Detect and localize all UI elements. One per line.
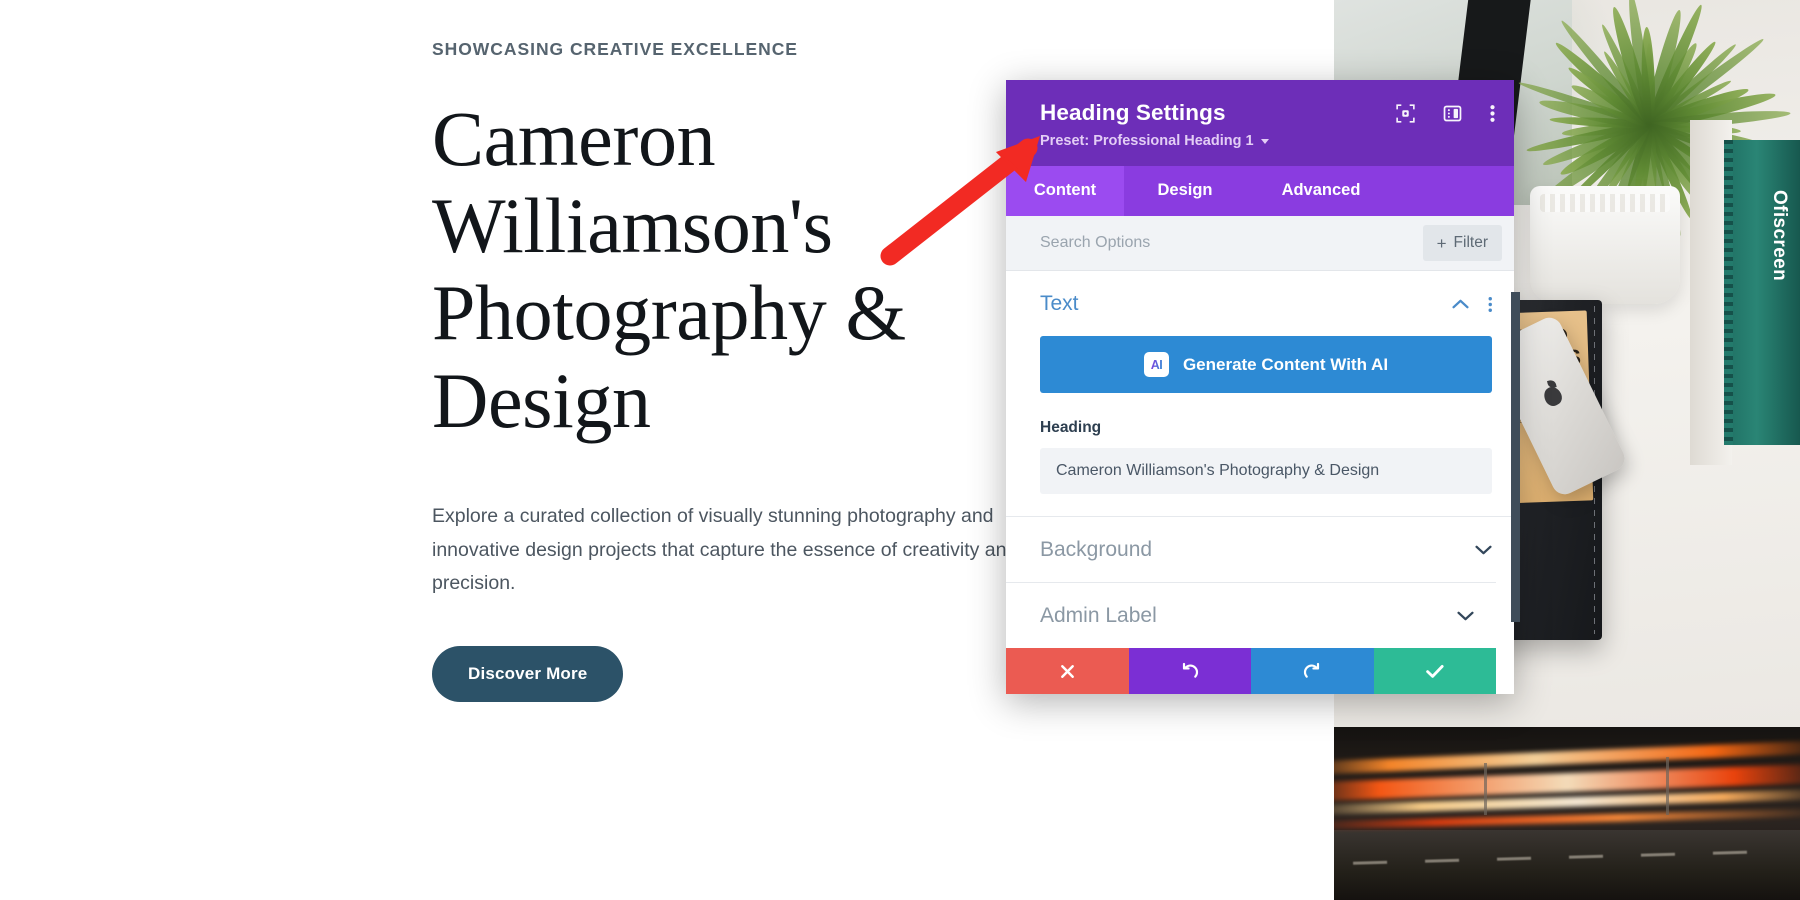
section-background-title: Background <box>1040 538 1153 561</box>
modal-tabs: Content Design Advanced <box>1006 166 1514 216</box>
focus-icon[interactable] <box>1396 104 1415 123</box>
preset-selector[interactable]: Preset: Professional Heading 1 <box>1040 133 1269 149</box>
chevron-down-icon <box>1260 138 1269 144</box>
ai-badge-text: AI <box>1150 357 1163 372</box>
modal-scrollbar[interactable] <box>1511 292 1520 622</box>
tab-advanced[interactable]: Advanced <box>1246 166 1396 216</box>
redo-icon <box>1304 662 1320 678</box>
modal-scroll-region: Admin Label <box>1006 582 1496 694</box>
section-admin-label-header[interactable]: Admin Label <box>1006 582 1496 648</box>
redo-button[interactable] <box>1251 648 1374 694</box>
chevron-down-icon[interactable] <box>1457 611 1474 621</box>
ai-button-label: Generate Content With AI <box>1182 354 1389 374</box>
tab-design[interactable]: Design <box>1124 166 1246 216</box>
street-pole <box>1666 757 1669 815</box>
section-background-header[interactable]: Background <box>1006 516 1514 582</box>
section-text-header[interactable]: Text <box>1006 271 1514 336</box>
plus-icon: + <box>1436 233 1447 253</box>
hero-paragraph: Explore a curated collection of visually… <box>432 505 1018 595</box>
discover-more-button[interactable]: Discover More <box>432 645 624 702</box>
more-vertical-icon[interactable] <box>1488 296 1493 313</box>
page-canvas: Ofiscreen FIELD NOTES Pocket Memo Books\… <box>0 0 1800 900</box>
preset-label: Preset: Professional Heading 1 <box>1040 133 1254 149</box>
hero-text-block: SHOWCASING CREATIVE EXCELLENCE Cameron W… <box>432 38 1032 702</box>
generate-content-with-ai-button[interactable]: AI Generate Content With AI <box>1040 336 1492 393</box>
section-admin-label-title: Admin Label <box>1040 604 1157 627</box>
ai-badge-icon: AI <box>1143 352 1169 377</box>
modal-header-icons <box>1396 104 1495 123</box>
filter-label: Filter <box>1453 234 1488 251</box>
chevron-up-icon[interactable] <box>1451 299 1469 309</box>
search-input[interactable] <box>1040 234 1423 252</box>
page-title: Cameron Williamson's Photography & Desig… <box>432 94 906 444</box>
section-text-icons <box>1451 296 1493 313</box>
road-surface <box>1334 830 1800 900</box>
undo-icon <box>1182 662 1198 678</box>
search-row: + Filter <box>1006 216 1514 271</box>
section-text-title: Text <box>1040 292 1079 315</box>
street-pole <box>1484 763 1487 815</box>
heading-settings-modal: Heading Settings Preset: Professional He… <box>1006 80 1520 694</box>
tab-content[interactable]: Content <box>1006 166 1124 216</box>
modal-header: Heading Settings Preset: Professional He… <box>1006 80 1514 166</box>
filter-button[interactable]: + Filter <box>1422 225 1502 261</box>
text-group: AI Generate Content With AI Heading <box>1006 336 1514 516</box>
night-traffic-photo <box>1334 727 1800 900</box>
teal-book: Ofiscreen <box>1724 140 1800 445</box>
book-spine-label: Ofiscreen <box>1769 190 1790 282</box>
plant-pot <box>1530 186 1680 304</box>
heading-field-label: Heading <box>1040 419 1102 436</box>
layout-panel-icon[interactable] <box>1443 104 1462 123</box>
save-button[interactable] <box>1373 648 1496 694</box>
more-vertical-icon[interactable] <box>1490 104 1495 123</box>
check-icon <box>1425 664 1444 678</box>
undo-button[interactable] <box>1128 648 1251 694</box>
modal-body: Text AI Generate Content With AI Heading… <box>1006 271 1514 694</box>
heading-field-input[interactable] <box>1040 448 1492 494</box>
apple-logo-icon <box>1540 383 1565 409</box>
modal-action-bar <box>1006 648 1496 694</box>
hero-eyebrow: SHOWCASING CREATIVE EXCELLENCE <box>432 39 798 59</box>
chevron-down-icon[interactable] <box>1475 545 1492 555</box>
close-icon <box>1060 664 1074 678</box>
cancel-button[interactable] <box>1006 648 1129 694</box>
